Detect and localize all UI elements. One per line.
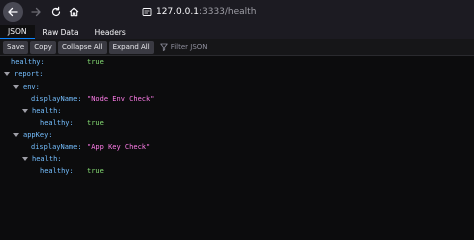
tree-row-env-healthy: healthy:	[40, 117, 74, 129]
expand-toggle-icon[interactable]	[4, 72, 10, 76]
tree-row-appkey-displayname: displayName:	[31, 141, 82, 153]
tab-raw-data[interactable]: Raw Data	[35, 25, 87, 39]
expand-all-button[interactable]: Expand All	[108, 40, 154, 54]
arrow-left-icon	[8, 7, 18, 17]
json-toolbar: Save Copy Collapse All Expand All Filter…	[0, 39, 474, 56]
json-value: true	[87, 167, 104, 175]
tree-row-env-displayname: displayName:	[31, 93, 82, 105]
save-button[interactable]: Save	[3, 40, 29, 54]
tree-row-env-health[interactable]: health:	[22, 105, 62, 117]
browser-toolbar: 127.0.0.1:3333/health	[0, 0, 474, 25]
forward-button[interactable]	[26, 2, 46, 22]
collapse-all-button[interactable]: Collapse All	[57, 40, 107, 54]
json-key: appKey:	[23, 131, 53, 139]
json-key: report:	[14, 70, 44, 78]
home-button[interactable]	[64, 2, 84, 22]
tree-row-appkey[interactable]: appKey:	[13, 129, 53, 141]
copy-button[interactable]: Copy	[30, 40, 56, 54]
json-key: healthy:	[11, 58, 45, 66]
json-value: true	[87, 119, 104, 127]
expand-toggle-icon[interactable]	[13, 85, 19, 89]
json-key: health:	[32, 107, 62, 115]
json-value: "App Key Check"	[87, 143, 151, 151]
json-key: healthy:	[40, 119, 74, 127]
json-key: displayName:	[31, 143, 82, 151]
back-button[interactable]	[3, 2, 23, 22]
home-icon	[69, 7, 79, 17]
tab-headers[interactable]: Headers	[87, 25, 134, 39]
tree-row-report[interactable]: report:	[4, 68, 44, 80]
tree-row-appkey-healthy: healthy:	[40, 165, 74, 177]
arrow-right-icon	[31, 7, 41, 17]
json-value: true	[87, 58, 104, 66]
json-key: env:	[23, 83, 40, 91]
tree-row-appkey-health[interactable]: health:	[22, 153, 62, 165]
json-tree: healthy: true report: env: displayName: …	[0, 56, 474, 239]
reload-button[interactable]	[46, 2, 66, 22]
tree-value-env-displayname: "Node Env Check"	[87, 93, 154, 105]
tree-value-healthy: true	[87, 56, 104, 68]
tree-value-appkey-displayname: "App Key Check"	[87, 141, 150, 153]
tab-json[interactable]: JSON	[0, 25, 35, 39]
tree-value-env-healthy: true	[87, 117, 104, 129]
page-info-icon[interactable]	[142, 7, 152, 17]
filter-icon	[160, 43, 168, 51]
filter-placeholder: Filter JSON	[170, 43, 208, 51]
expand-toggle-icon[interactable]	[13, 133, 19, 137]
expand-toggle-icon[interactable]	[22, 109, 28, 113]
reload-icon	[51, 6, 61, 17]
viewer-tabs: JSON Raw Data Headers	[0, 25, 474, 39]
tree-row-healthy: healthy:	[11, 56, 45, 68]
json-key: health:	[32, 155, 62, 163]
json-key: displayName:	[31, 95, 82, 103]
json-value: "Node Env Check"	[87, 95, 155, 103]
tree-value-appkey-healthy: true	[87, 165, 104, 177]
url-path: :3333/health	[198, 7, 257, 17]
url-text: 127.0.0.1:3333/health	[156, 7, 256, 17]
tree-row-env[interactable]: env:	[13, 81, 40, 93]
filter-input[interactable]: Filter JSON	[160, 43, 208, 51]
url-host: 127.0.0.1	[156, 7, 199, 17]
address-bar[interactable]: 127.0.0.1:3333/health	[142, 3, 282, 21]
json-key: healthy:	[40, 167, 74, 175]
expand-toggle-icon[interactable]	[22, 157, 28, 161]
